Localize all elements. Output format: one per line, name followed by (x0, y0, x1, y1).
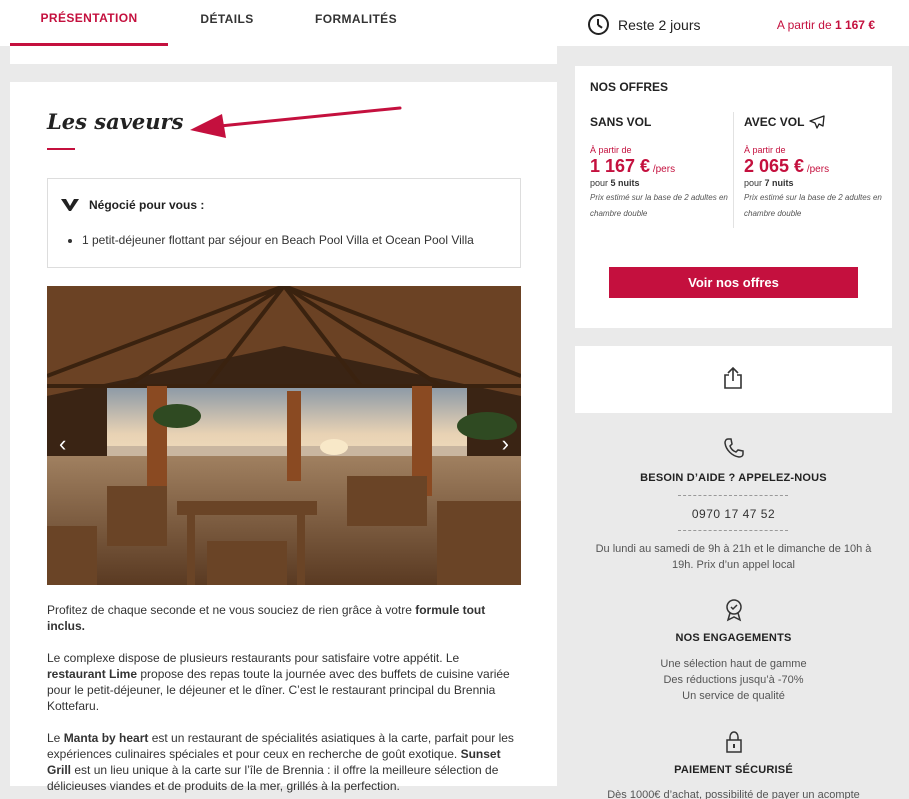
offers-card: NOS OFFRES SANS VOL À partir de 1 167 € … (575, 66, 892, 328)
offer-price: 2 065 € /pers (744, 156, 884, 177)
plane-icon (809, 115, 826, 129)
offer-price: 1 167 € /pers (590, 156, 734, 177)
share-card (575, 346, 892, 413)
help-divider (678, 495, 788, 496)
negotiated-list: 1 petit-déjeuner flottant par séjour en … (82, 233, 474, 247)
offer-without-flight-label: SANS VOL (590, 115, 652, 129)
negotiated-box: Négocié pour vous : 1 petit-déjeuner flo… (47, 178, 521, 268)
offer-with-flight-label: AVEC VOL (744, 115, 805, 129)
offer-note: Prix estimé sur la base de 2 adultes en … (590, 193, 728, 218)
nights-value: 5 nuits (610, 178, 640, 188)
payment-title: PAIEMENT SÉCURISÉ (674, 764, 793, 776)
paragraph-2: Le complexe dispose de plusieurs restaur… (47, 650, 517, 714)
paragraph-3: Le Manta by heart est un restaurant de s… (47, 730, 517, 794)
badge-icon (575, 598, 892, 622)
payment-text: Dès 1000€ d’achat, possibilité de payer … (607, 789, 860, 799)
tab-details[interactable]: DÉTAILS (186, 0, 268, 46)
negotiated-title: Négocié pour vous : (89, 198, 205, 212)
help-divider-2 (678, 530, 788, 531)
p3-text-a: Le (47, 731, 64, 745)
commitment-3: Un service de qualité (682, 690, 785, 702)
offers-title: NOS OFFRES (590, 80, 669, 94)
annotation-arrow-icon (190, 106, 402, 138)
offer-without-flight: SANS VOL À partir de 1 167 € /pers pour … (590, 115, 734, 222)
section-description: Profitez de chaque seconde et ne vous so… (47, 602, 517, 799)
nights-prefix: pour (590, 178, 611, 188)
offer-per: /pers (804, 164, 830, 175)
commitment-1: Une sélection haut de gamme (660, 658, 807, 670)
restaurant-photo-image (47, 286, 521, 585)
paragraph-1: Profitez de chaque seconde et ne vous so… (47, 602, 517, 634)
main-content: Les saveurs Négocié pour vous : 1 petit-… (10, 82, 557, 793)
from-label: A partir de (776, 18, 835, 32)
p3-text-e: est un lieu unique à la carte sur l’île … (47, 763, 499, 793)
top-bar: PRÉSENTATION DÉTAILS FORMALITÉS Reste 2 … (0, 0, 909, 46)
commitments-title: NOS ENGAGEMENTS (675, 632, 792, 644)
negotiated-header: Négocié pour vous : (61, 198, 204, 212)
tab-presentation[interactable]: PRÉSENTATION (10, 0, 168, 46)
nights-value: 7 nuits (764, 178, 794, 188)
help-title: BESOIN D’AIDE ? APPELEZ-NOUS (640, 472, 827, 484)
offer-with-flight: AVEC VOL À partir de 2 065 € /pers pour … (744, 115, 884, 222)
see-offers-button[interactable]: Voir nos offres (609, 267, 858, 298)
clock-icon (588, 14, 609, 35)
countdown-text: Reste 2 jours (618, 16, 701, 33)
share-icon[interactable] (723, 366, 743, 390)
carousel-prev-icon[interactable]: ‹ (59, 431, 66, 457)
help-phone[interactable]: 0970 17 47 52 (575, 507, 892, 521)
help-section: BESOIN D’AIDE ? APPELEZ-NOUS 0970 17 47 … (575, 413, 892, 799)
restaurant-photo: ‹ › (47, 286, 521, 585)
tab-formalities[interactable]: FORMALITÉS (300, 0, 412, 46)
header-from-price: A partir de 1 167 € (777, 18, 875, 32)
offer-nights: pour 5 nuits (590, 178, 734, 188)
commitment-2: Des réductions jusqu’à -70% (663, 674, 804, 686)
title-underline (47, 148, 75, 150)
carousel-next-icon[interactable]: › (502, 431, 509, 457)
p1-text: Profitez de chaque seconde et ne vous so… (47, 603, 416, 617)
offer-from: À partir de (590, 145, 632, 155)
offer-price-value: 1 167 € (590, 156, 651, 176)
lock-icon (575, 731, 892, 753)
offer-with-flight-head: AVEC VOL (744, 115, 884, 129)
p2-bold: restaurant Lime (47, 667, 138, 681)
countdown: Reste 2 jours (588, 14, 700, 35)
offer-per: /pers (650, 164, 676, 175)
from-price-value: 1 167 € (834, 18, 875, 32)
offer-nights: pour 7 nuits (744, 178, 884, 188)
help-hours: Du lundi au samedi de 9h à 21h et le dim… (595, 543, 872, 571)
p2-text-a: Le complexe dispose de plusieurs restaur… (47, 651, 460, 665)
offer-price-value: 2 065 € (744, 156, 805, 176)
negotiated-item: 1 petit-déjeuner flottant par séjour en … (82, 233, 474, 247)
nights-prefix: pour (744, 178, 765, 188)
previous-section-bottom (10, 46, 557, 64)
offer-note: Prix estimé sur la base de 2 adultes en … (744, 193, 882, 218)
phone-icon (575, 437, 892, 459)
p3-bold-b: Manta by heart (63, 731, 149, 745)
offer-from: À partir de (744, 145, 786, 155)
brand-v-icon (61, 199, 79, 211)
section-title: Les saveurs (47, 109, 184, 134)
